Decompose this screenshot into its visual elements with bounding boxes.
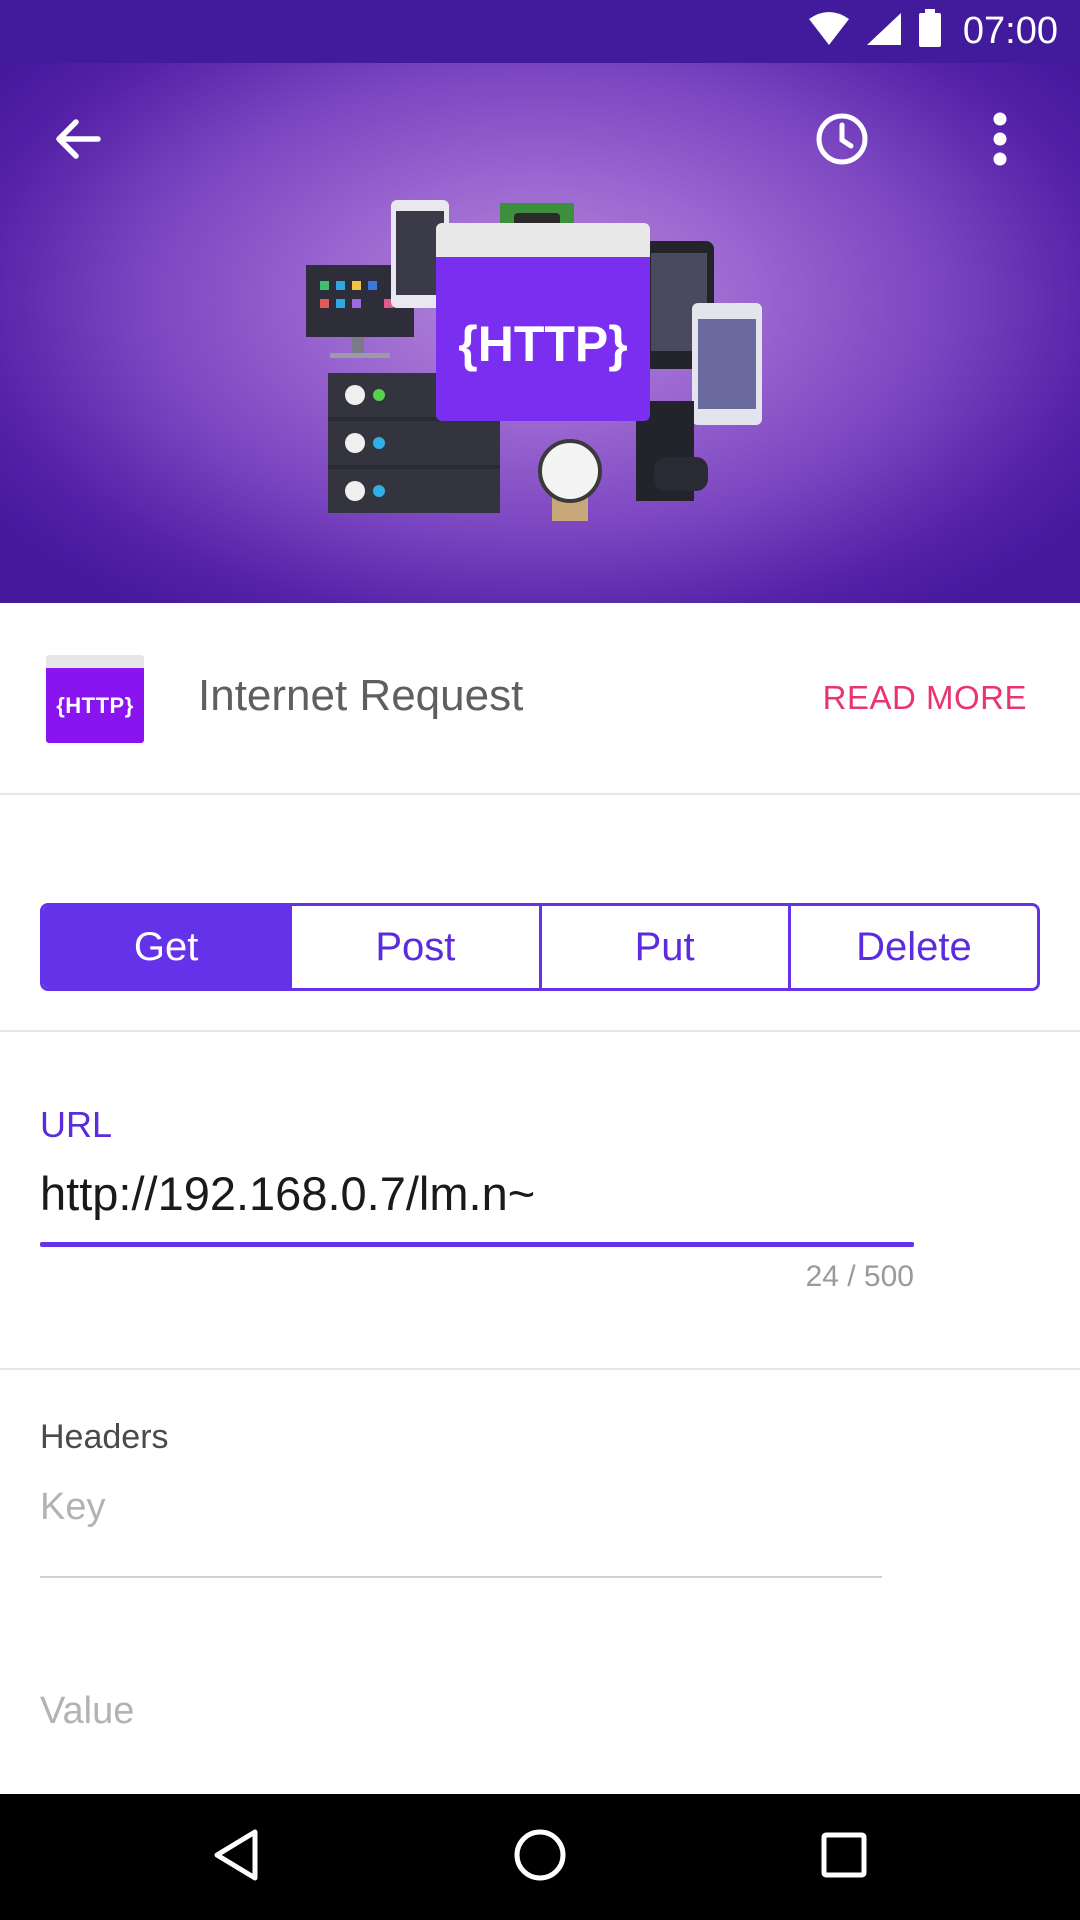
history-clock-icon <box>814 111 870 172</box>
nav-home-button[interactable] <box>500 1817 580 1897</box>
arrow-back-icon <box>52 113 104 170</box>
method-tab-put[interactable]: Put <box>541 906 791 988</box>
http-devices-illustration: {HTTP} <box>300 173 780 533</box>
system-navigation-bar <box>0 1794 1080 1920</box>
cell-signal-icon <box>865 11 903 52</box>
status-bar: 07:00 <box>0 0 1080 63</box>
nav-recents-button[interactable] <box>804 1817 884 1897</box>
headers-section: Headers <box>0 1370 1080 1794</box>
url-char-counter: 24 / 500 <box>805 1260 914 1293</box>
app-logo-text: {HTTP} <box>46 668 144 743</box>
triangle-back-icon <box>211 1828 261 1887</box>
illustration-http-text: {HTTP} <box>458 316 627 372</box>
headers-label: Headers <box>40 1418 169 1456</box>
url-input[interactable]: http://192.168.0.7/lm.n~ <box>40 1166 535 1221</box>
read-more-button[interactable]: READ MORE <box>823 679 1027 717</box>
method-selector-section: Get Post Put Delete <box>0 795 1080 1032</box>
app-logo: {HTTP} <box>46 655 144 743</box>
header-key-input[interactable] <box>40 1488 882 1578</box>
more-vert-icon <box>990 111 1010 172</box>
battery-icon <box>917 9 943 54</box>
wifi-icon <box>807 11 851 52</box>
square-recents-icon <box>820 1831 868 1884</box>
app-info-row: {HTTP} Internet Request READ MORE <box>0 603 1080 795</box>
method-tab-delete[interactable]: Delete <box>790 906 1037 988</box>
circle-home-icon <box>513 1828 567 1887</box>
method-segmented-control: Get Post Put Delete <box>40 903 1040 991</box>
history-button[interactable] <box>794 93 890 189</box>
url-input-underline <box>40 1242 914 1247</box>
app-title: Internet Request <box>198 671 524 720</box>
more-options-button[interactable] <box>952 93 1048 189</box>
url-section: URL http://192.168.0.7/lm.n~ 24 / 500 <box>0 1032 1080 1370</box>
nav-back-button[interactable] <box>196 1817 276 1897</box>
clock-time: 07:00 <box>962 10 1058 52</box>
header-value-input[interactable] <box>40 1676 882 1746</box>
url-label: URL <box>40 1104 113 1145</box>
status-icons: 07:00 <box>807 0 1080 63</box>
method-tab-post[interactable]: Post <box>292 906 542 988</box>
hero-banner: {HTTP} <box>0 63 1080 603</box>
back-button[interactable] <box>30 93 126 189</box>
method-tab-get[interactable]: Get <box>43 906 293 988</box>
